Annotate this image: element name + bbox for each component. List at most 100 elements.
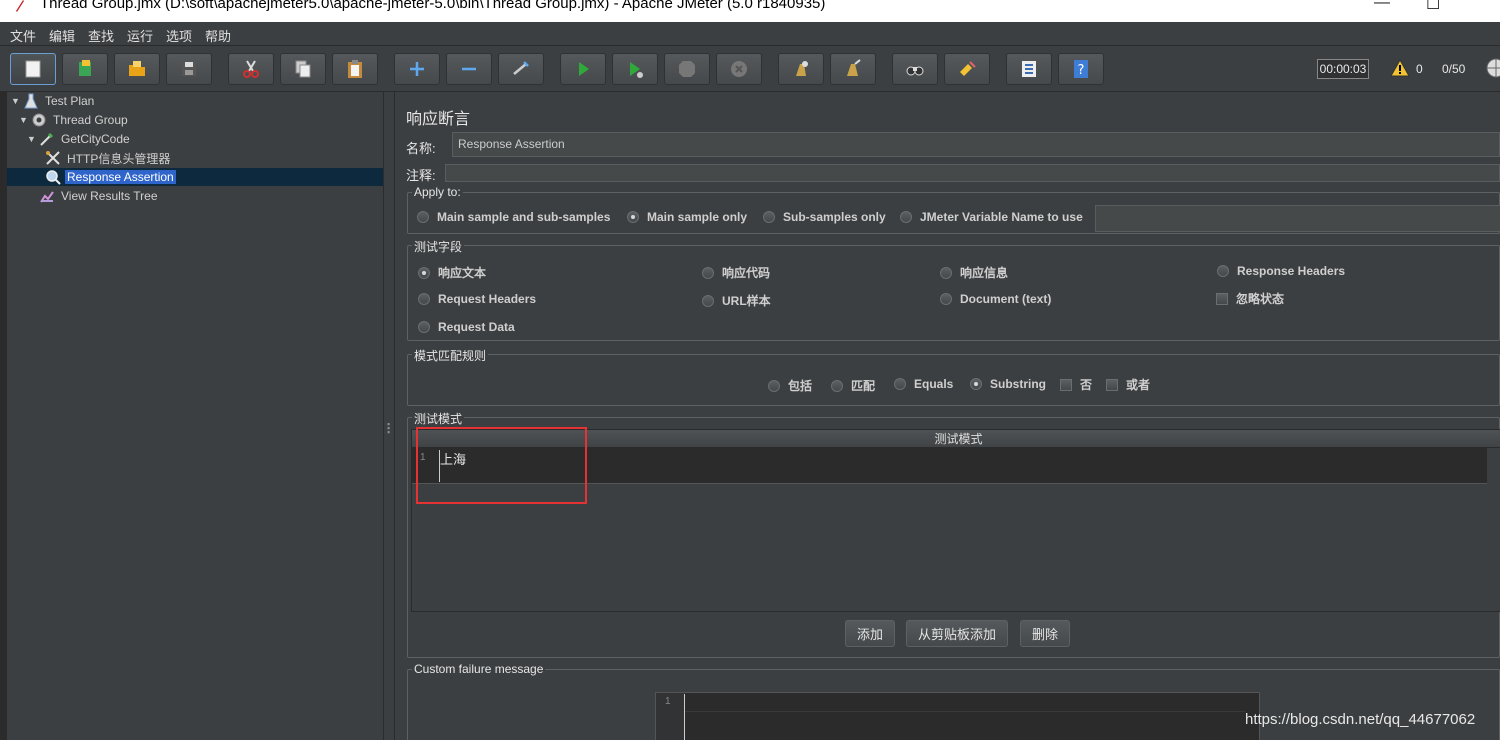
field-document-text-radio[interactable]: Document (text) (940, 292, 1051, 306)
new-button[interactable] (10, 53, 56, 85)
apply-main-only-radio[interactable]: Main sample only (627, 210, 747, 224)
radio-icon (831, 379, 843, 392)
field-response-message-radio[interactable]: 响应信息 (940, 264, 1008, 281)
stop-icon (679, 61, 695, 77)
pattern-rules-group: 模式匹配规则 包括 匹配 Equals Substring 否 或者 (407, 347, 1500, 406)
collapse-arrow-icon[interactable]: ▼ (27, 134, 37, 144)
jmeter-variable-input[interactable] (1095, 205, 1500, 232)
tree-item-getcitycode[interactable]: ▼ GetCityCode (27, 130, 132, 148)
field-response-code-radio[interactable]: 响应代码 (702, 264, 770, 281)
rule-equals-radio[interactable]: Equals (894, 377, 953, 391)
help-button[interactable]: ? (1058, 53, 1104, 85)
radio-icon (1217, 265, 1229, 277)
field-response-headers-radio[interactable]: Response Headers (1217, 264, 1345, 278)
jmeter-feather-icon (16, 0, 24, 12)
radio-icon (702, 266, 714, 279)
checkbox-icon (1106, 378, 1118, 391)
field-url-sampled-radio[interactable]: URL样本 (702, 292, 771, 309)
list-icon (1022, 61, 1036, 77)
comment-field[interactable] (445, 164, 1500, 182)
name-field[interactable]: Response Assertion (452, 132, 1500, 157)
reset-search-button[interactable] (944, 53, 990, 85)
radio-icon (417, 211, 429, 223)
radio-icon (940, 266, 952, 279)
apply-main-and-sub-radio[interactable]: Main sample and sub-samples (417, 210, 610, 224)
function-helper-button[interactable] (1006, 53, 1052, 85)
plus-icon (410, 62, 424, 76)
save-button[interactable] (166, 53, 212, 85)
line-number: 1 (665, 696, 671, 707)
wrench-cross-icon (46, 151, 60, 165)
tree-item-thread-group[interactable]: ▼ Thread Group (19, 111, 130, 129)
elapsed-timer: 00:00:03 (1317, 59, 1369, 79)
collapse-arrow-icon[interactable]: ▼ (19, 115, 29, 125)
rule-contains-radio[interactable]: 包括 (768, 377, 812, 394)
clear-all-button[interactable] (830, 53, 876, 85)
field-request-data-radio[interactable]: Request Data (418, 320, 515, 334)
toggle-button[interactable] (498, 53, 544, 85)
tree-item-test-plan[interactable]: ▼ Test Plan (11, 92, 96, 110)
tree-item-http-header-manager[interactable]: HTTP信息头管理器 (45, 149, 172, 167)
radio-icon (763, 211, 775, 223)
expand-button[interactable] (394, 53, 440, 85)
failure-message-editor[interactable]: 1 (655, 692, 1260, 740)
tree-item-response-assertion[interactable]: Response Assertion (45, 168, 176, 186)
apply-sub-only-radio[interactable]: Sub-samples only (763, 210, 886, 224)
field-request-headers-radio[interactable]: Request Headers (418, 292, 536, 306)
tree-item-view-results-tree[interactable]: View Results Tree (39, 187, 160, 205)
pane-splitter[interactable]: ▪ ▪ ▪ (383, 92, 395, 740)
search-button[interactable] (892, 53, 938, 85)
patterns-legend: 测试模式 (412, 410, 465, 427)
start-button[interactable] (560, 53, 606, 85)
rule-substring-radio[interactable]: Substring (970, 377, 1046, 391)
delete-button[interactable]: 删除 (1020, 620, 1070, 647)
binoculars-icon (906, 66, 924, 76)
window-title-bar: Thread Group.jmx (D:\soft\apachejmeter5.… (0, 0, 1500, 22)
add-from-clipboard-button[interactable]: 从剪贴板添加 (906, 620, 1008, 647)
menu-search[interactable]: 查找 (88, 26, 114, 45)
menu-run[interactable]: 运行 (127, 26, 153, 45)
rule-not-checkbox[interactable]: 否 (1060, 376, 1092, 393)
radio-icon (418, 321, 430, 333)
checkbox-icon (1060, 378, 1072, 391)
ignore-status-checkbox[interactable]: 忽略状态 (1216, 290, 1284, 307)
radio-selected-icon (970, 378, 982, 390)
menu-help[interactable]: 帮助 (205, 26, 231, 45)
scissors-icon (243, 60, 259, 78)
window-title: Thread Group.jmx (D:\soft\apachejmeter5.… (40, 0, 826, 12)
shutdown-button[interactable] (716, 53, 762, 85)
save-disk-icon (182, 62, 196, 76)
field-response-text-radio[interactable]: 响应文本 (418, 264, 486, 281)
maximize-button[interactable]: ☐ (1426, 0, 1440, 14)
splitter-grip-icon: ▪ ▪ ▪ (387, 419, 391, 437)
menu-file[interactable]: 文件 (10, 26, 36, 45)
radio-selected-icon (418, 266, 430, 279)
radio-icon (702, 294, 714, 307)
menu-options[interactable]: 选项 (166, 26, 192, 45)
open-button[interactable] (114, 53, 160, 85)
stop-button[interactable] (664, 53, 710, 85)
test-field-group: 测试字段 响应文本 响应代码 响应信息 Response Headers Req… (407, 238, 1500, 341)
collapse-arrow-icon[interactable]: ▼ (11, 96, 21, 106)
play-no-timers-icon (630, 62, 643, 78)
reset-broom-icon (960, 61, 976, 76)
clear-button[interactable] (778, 53, 824, 85)
minimize-button[interactable]: — (1374, 0, 1390, 12)
templates-button[interactable] (62, 53, 108, 85)
paste-button[interactable] (332, 53, 378, 85)
gear-icon (32, 113, 46, 127)
text-caret (684, 694, 685, 740)
remote-globe-icon[interactable] (1486, 58, 1500, 78)
apply-jmeter-variable-radio[interactable]: JMeter Variable Name to use (900, 210, 1083, 224)
collapse-button[interactable] (446, 53, 492, 85)
menu-edit[interactable]: 编辑 (49, 26, 75, 45)
copy-button[interactable] (280, 53, 326, 85)
add-button[interactable]: 添加 (845, 620, 895, 647)
start-no-pauses-button[interactable] (612, 53, 658, 85)
copy-icon (295, 60, 311, 78)
rule-matches-radio[interactable]: 匹配 (831, 377, 875, 394)
rule-or-checkbox[interactable]: 或者 (1106, 376, 1150, 393)
cut-button[interactable] (228, 53, 274, 85)
warning-icon[interactable] (1390, 59, 1410, 77)
new-document-icon (25, 60, 41, 78)
